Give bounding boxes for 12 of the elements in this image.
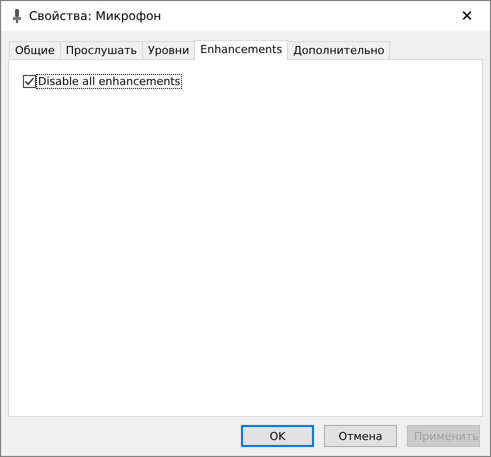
dialog-button[interactable]: OK (241, 425, 314, 447)
tab[interactable]: Общие (9, 41, 61, 59)
tab[interactable]: Enhancements (194, 40, 288, 60)
dialog-button[interactable]: Отмена (324, 425, 397, 447)
tab[interactable]: Прослушать (60, 41, 144, 59)
checkbox-label[interactable]: Disable all enhancements (37, 75, 182, 88)
tab[interactable]: Уровни (142, 41, 196, 59)
window-title: Свойства: Микрофон (29, 9, 162, 23)
microphone-icon (13, 9, 21, 23)
close-button[interactable]: ✕ (444, 1, 490, 31)
tab[interactable]: Дополнительно (287, 41, 390, 59)
checkbox[interactable] (23, 75, 36, 88)
